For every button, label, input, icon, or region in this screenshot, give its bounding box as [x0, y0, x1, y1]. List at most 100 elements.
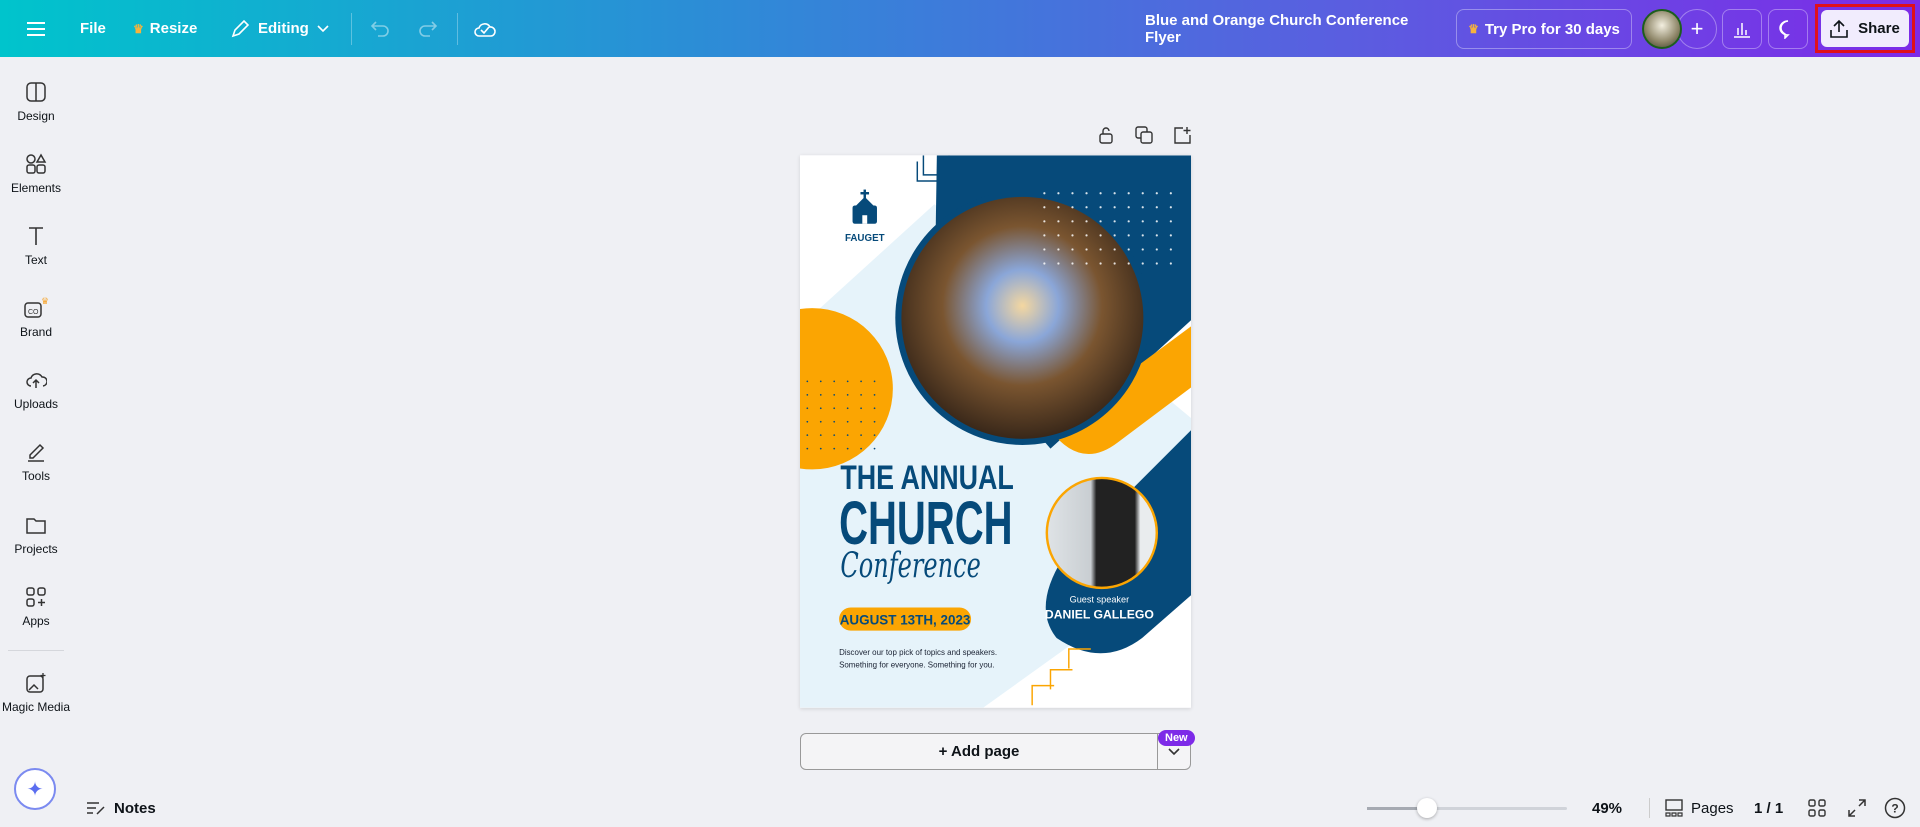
menu-button[interactable]	[26, 0, 46, 57]
plus-icon: +	[1690, 16, 1704, 41]
add-page-icon[interactable]	[1173, 126, 1191, 144]
guest-name: DANIEL GALLEGO	[1045, 607, 1154, 621]
sidebar-item-text[interactable]: Text	[0, 225, 72, 267]
sidebar-item-design[interactable]: Design	[0, 81, 72, 123]
guest-label: Guest speaker	[1070, 595, 1130, 605]
dot	[806, 420, 809, 423]
dot	[1155, 248, 1158, 251]
dot	[833, 380, 836, 383]
notes-icon	[87, 802, 105, 815]
dot	[1169, 206, 1172, 209]
dot	[1113, 220, 1116, 223]
redo-button[interactable]	[416, 0, 438, 57]
dot	[1169, 234, 1172, 237]
sidebar-item-elements[interactable]: Elements	[0, 153, 72, 195]
dot	[1155, 234, 1158, 237]
hamburger-icon	[27, 21, 45, 36]
save-status-button[interactable]	[473, 0, 497, 57]
document-title[interactable]: Blue and Orange Church Conference Flyer	[1145, 0, 1430, 57]
dot	[1127, 234, 1130, 237]
dot	[1057, 206, 1060, 209]
dot	[833, 420, 836, 423]
dot	[1057, 192, 1060, 195]
pages-icon	[1665, 799, 1683, 817]
dot	[1141, 262, 1144, 265]
dot	[1099, 206, 1102, 209]
dot	[819, 447, 822, 450]
help-button[interactable]: ?	[1884, 790, 1906, 826]
dot	[1071, 206, 1074, 209]
dot	[873, 380, 876, 383]
flyer: FAUGET THE ANNUAL CHURCH Conference AUGU…	[800, 155, 1191, 708]
redo-icon	[419, 20, 438, 37]
sidebar-item-uploads[interactable]: Uploads	[0, 369, 72, 411]
dot	[806, 434, 809, 437]
dot	[1169, 220, 1172, 223]
comments-button[interactable]	[1768, 9, 1808, 49]
fullscreen-button[interactable]	[1848, 790, 1866, 826]
dot	[1099, 192, 1102, 195]
lock-icon[interactable]	[1097, 126, 1115, 144]
dot	[846, 407, 849, 410]
dot	[819, 380, 822, 383]
grid-view-button[interactable]	[1808, 790, 1826, 826]
svg-text:CO: CO	[28, 309, 39, 316]
add-collaborator-button[interactable]: +	[1677, 9, 1717, 49]
avatar[interactable]	[1642, 9, 1682, 49]
dot	[1085, 262, 1088, 265]
help-icon: ?	[1884, 797, 1906, 819]
dot	[819, 434, 822, 437]
dot	[833, 447, 836, 450]
try-pro-button[interactable]: ♛ Try Pro for 30 days	[1456, 9, 1632, 49]
dot	[1085, 234, 1088, 237]
insights-button[interactable]	[1722, 9, 1762, 49]
undo-button[interactable]	[370, 0, 392, 57]
dot	[1057, 220, 1060, 223]
new-badge: New	[1158, 730, 1195, 746]
dot	[860, 407, 862, 410]
dot	[1155, 192, 1158, 195]
dot	[846, 380, 849, 383]
share-button[interactable]: Share	[1815, 4, 1915, 53]
chevron-down-icon	[1168, 747, 1180, 755]
speaker-photo	[1045, 476, 1159, 590]
dot	[819, 420, 822, 423]
zoom-slider-thumb[interactable]	[1417, 797, 1437, 818]
dot	[1043, 248, 1046, 251]
dot	[1127, 262, 1130, 265]
dot	[1043, 262, 1046, 265]
dot	[833, 434, 836, 437]
dot	[1085, 206, 1088, 209]
notes-button[interactable]: Notes	[86, 790, 156, 826]
dot	[1085, 192, 1088, 195]
dot	[1141, 206, 1144, 209]
zoom-level[interactable]: 49%	[1592, 790, 1622, 826]
editing-mode-button[interactable]: Editing	[230, 0, 329, 57]
page-actions	[1097, 126, 1191, 144]
zoom-slider[interactable]	[1367, 790, 1567, 826]
duplicate-icon[interactable]	[1135, 126, 1153, 144]
sidebar-item-projects[interactable]: Projects	[0, 514, 72, 556]
sidebar-item-magic-media[interactable]: Magic Media	[0, 672, 72, 714]
file-menu[interactable]: File	[80, 0, 106, 57]
dot	[1043, 234, 1046, 237]
apps-icon	[26, 587, 46, 607]
svg-text:♛: ♛	[41, 297, 49, 306]
sidebar-item-tools[interactable]: Tools	[0, 441, 72, 483]
add-page-button[interactable]: + Add page	[801, 734, 1157, 769]
upload-icon	[1830, 19, 1848, 38]
dot	[1085, 248, 1088, 251]
dot	[1071, 234, 1074, 237]
dot	[860, 434, 862, 437]
pages-button[interactable]: Pages	[1665, 790, 1734, 826]
dot	[846, 447, 849, 450]
magic-assistant-button[interactable]: ✦	[14, 768, 56, 810]
page-count[interactable]: 1 / 1	[1754, 790, 1783, 826]
undo-icon	[370, 20, 389, 37]
sidebar-item-brand[interactable]: CO ♛ Brand	[0, 297, 72, 339]
description-line2: Something for everyone. Something for yo…	[839, 660, 994, 669]
brand-icon: CO♛	[24, 297, 49, 318]
sidebar-item-apps[interactable]: Apps	[0, 586, 72, 628]
design-canvas[interactable]: FAUGET THE ANNUAL CHURCH Conference AUGU…	[800, 155, 1191, 708]
resize-button[interactable]: ♛ Resize	[133, 0, 197, 57]
